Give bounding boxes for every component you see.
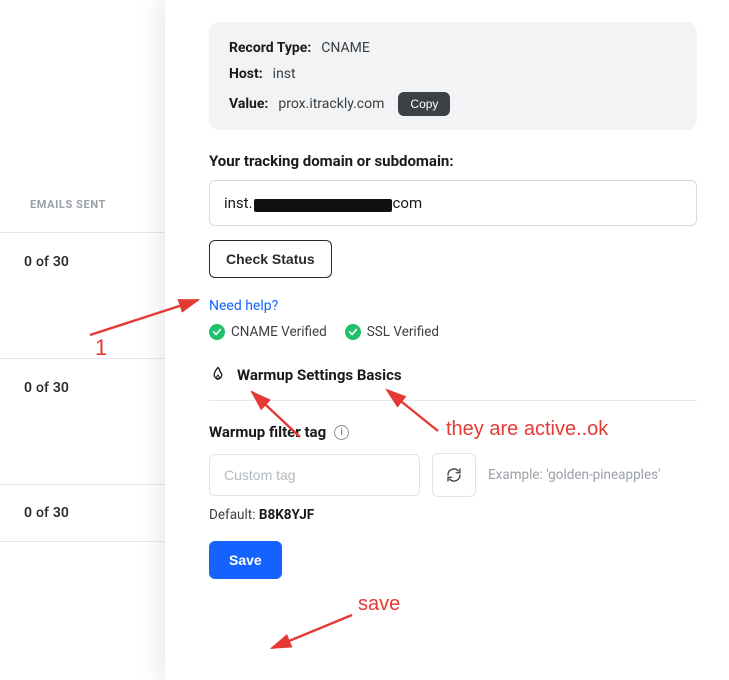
flame-icon bbox=[209, 366, 227, 384]
ssl-verified-label: SSL Verified bbox=[367, 324, 439, 340]
info-icon[interactable]: i bbox=[334, 425, 349, 440]
example-text: Example: 'golden-pineapples' bbox=[488, 467, 660, 483]
record-type-label: Record Type: bbox=[229, 40, 311, 56]
sent-count: 0 bbox=[24, 380, 32, 396]
custom-tag-input[interactable] bbox=[209, 454, 420, 496]
settings-panel: Record Type: CNAME Host: inst Value: pro… bbox=[165, 0, 729, 680]
sent-limit: 30 bbox=[53, 254, 69, 270]
sent-limit: 30 bbox=[53, 380, 69, 396]
divider bbox=[209, 400, 697, 401]
value-value: prox.itrackly.com bbox=[278, 96, 384, 112]
cname-verified-badge: CNAME Verified bbox=[209, 324, 327, 340]
check-status-button[interactable]: Check Status bbox=[209, 240, 332, 278]
host-value: inst bbox=[273, 66, 296, 82]
tracking-domain-input[interactable]: inst. com bbox=[209, 180, 697, 226]
domain-prefix: inst. bbox=[224, 194, 253, 212]
save-button[interactable]: Save bbox=[209, 541, 282, 579]
copy-button[interactable]: Copy bbox=[398, 92, 450, 116]
regenerate-tag-button[interactable] bbox=[432, 453, 476, 497]
sent-count: 0 bbox=[24, 254, 32, 270]
refresh-icon bbox=[445, 466, 463, 484]
tracking-domain-label: Your tracking domain or subdomain: bbox=[209, 152, 697, 170]
check-icon bbox=[209, 324, 225, 340]
host-label: Host: bbox=[229, 66, 263, 82]
cname-verified-label: CNAME Verified bbox=[231, 324, 327, 340]
check-icon bbox=[345, 324, 361, 340]
default-code: B8K8YJF bbox=[259, 507, 314, 523]
verification-status-row: CNAME Verified SSL Verified bbox=[209, 324, 697, 340]
default-tag-line: Default: B8K8YJF bbox=[209, 507, 697, 523]
of-label: of bbox=[36, 254, 49, 270]
warmup-heading-text: Warmup Settings Basics bbox=[237, 366, 402, 384]
warmup-filter-tag-label-row: Warmup filter tag i bbox=[209, 423, 697, 441]
of-label: of bbox=[36, 505, 49, 521]
emails-sent-header: EMAILS SENT bbox=[30, 198, 106, 211]
domain-redacted bbox=[254, 199, 392, 212]
emails-sent-row: 0 of 30 bbox=[0, 358, 165, 416]
emails-sent-row: 0 of 30 bbox=[0, 232, 165, 290]
record-type-value: CNAME bbox=[321, 40, 370, 56]
dns-record-card: Record Type: CNAME Host: inst Value: pro… bbox=[209, 22, 697, 130]
of-label: of bbox=[36, 380, 49, 396]
need-help-link[interactable]: Need help? bbox=[209, 298, 697, 314]
sent-count: 0 bbox=[24, 505, 32, 521]
value-label: Value: bbox=[229, 96, 268, 112]
emails-sent-row: 0 of 30 bbox=[0, 484, 165, 542]
domain-suffix: com bbox=[393, 194, 423, 212]
default-prefix: Default: bbox=[209, 507, 259, 523]
warmup-settings-heading: Warmup Settings Basics bbox=[209, 366, 697, 384]
sent-limit: 30 bbox=[53, 505, 69, 521]
ssl-verified-badge: SSL Verified bbox=[345, 324, 439, 340]
emails-sent-sidebar: EMAILS SENT 0 of 30 0 of 30 0 of 30 bbox=[0, 0, 165, 680]
warmup-filter-tag-label: Warmup filter tag bbox=[209, 423, 326, 441]
